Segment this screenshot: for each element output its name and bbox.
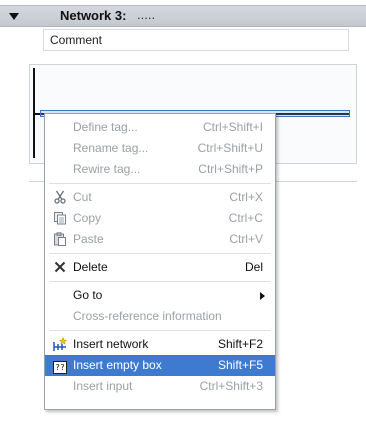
scissors-icon [52, 190, 68, 205]
menu-item-label: Insert network [73, 337, 149, 351]
copy-icon [52, 211, 68, 226]
menu-item-rename-tag[interactable]: Rename tag... Ctrl+Shift+U [45, 138, 275, 159]
menu-item-paste[interactable]: Paste Ctrl+V [45, 229, 275, 250]
menu-item-rewire-tag[interactable]: Rewire tag... Ctrl+Shift+P [45, 159, 275, 180]
menu-item-delete[interactable]: Delete Del [45, 257, 275, 278]
menu-item-shortcut: Ctrl+Shift+U [197, 141, 263, 155]
menu-item-insert-empty-box[interactable]: ?? Insert empty box Shift+F5 [45, 355, 275, 376]
empty-box-icon: ?? [52, 358, 68, 374]
menu-item-define-tag[interactable]: Define tag... Ctrl+Shift+I [45, 117, 275, 138]
menu-item-label: Rename tag... [73, 141, 149, 155]
menu-item-go-to[interactable]: Go to [45, 285, 275, 306]
submenu-arrow-icon [260, 292, 265, 300]
menu-item-label: Insert input [73, 379, 133, 393]
menu-separator [49, 330, 271, 331]
menu-separator [49, 253, 271, 254]
menu-item-label: Insert empty box [73, 358, 162, 372]
empty-box-icon-text: ?? [53, 361, 67, 374]
delete-icon [52, 260, 68, 275]
menu-item-shortcut: Ctrl+Shift+I [202, 120, 263, 134]
insert-network-icon [52, 336, 68, 352]
paste-icon [52, 232, 68, 247]
menu-item-cross-reference[interactable]: Cross-reference information [45, 306, 275, 327]
ladder-editor: Network 3: ..... Comment Define tag... C… [0, 0, 366, 423]
menu-item-shortcut: Ctrl+C [228, 211, 263, 225]
network-title: Network 3: [60, 8, 127, 23]
menu-item-shortcut: Shift+F2 [217, 337, 263, 351]
network-title-suffix[interactable]: ..... [137, 7, 155, 22]
menu-item-shortcut: Ctrl+V [229, 232, 263, 246]
menu-item-label: Cross-reference information [73, 309, 222, 323]
collapse-arrow-icon[interactable] [9, 13, 19, 20]
menu-item-label: Rewire tag... [73, 162, 141, 176]
menu-item-copy[interactable]: Copy Ctrl+C [45, 208, 275, 229]
menu-item-label: Define tag... [73, 120, 138, 134]
context-menu: Define tag... Ctrl+Shift+I Rename tag...… [44, 113, 276, 410]
menu-item-cut[interactable]: Cut Ctrl+X [45, 187, 275, 208]
menu-item-shortcut: Ctrl+Shift+P [198, 162, 263, 176]
menu-item-shortcut: Del [244, 260, 263, 274]
menu-item-label: Delete [73, 260, 108, 274]
menu-separator [49, 281, 271, 282]
network-header[interactable]: Network 3: ..... [0, 5, 366, 27]
network-comment-field[interactable]: Comment [43, 29, 349, 51]
menu-item-label: Go to [73, 288, 103, 302]
menu-item-insert-network[interactable]: Insert network Shift+F2 [45, 334, 275, 355]
menu-item-label: Cut [73, 190, 92, 204]
menu-item-label: Paste [73, 232, 104, 246]
network-comment-text: Comment [50, 33, 103, 47]
menu-item-shortcut: Ctrl+Shift+3 [199, 379, 263, 393]
menu-item-label: Copy [73, 211, 102, 225]
menu-item-shortcut: Shift+F5 [217, 358, 263, 372]
menu-item-insert-input[interactable]: Insert input Ctrl+Shift+3 [45, 376, 275, 397]
menu-item-shortcut: Ctrl+X [229, 190, 263, 204]
menu-separator [49, 183, 271, 184]
